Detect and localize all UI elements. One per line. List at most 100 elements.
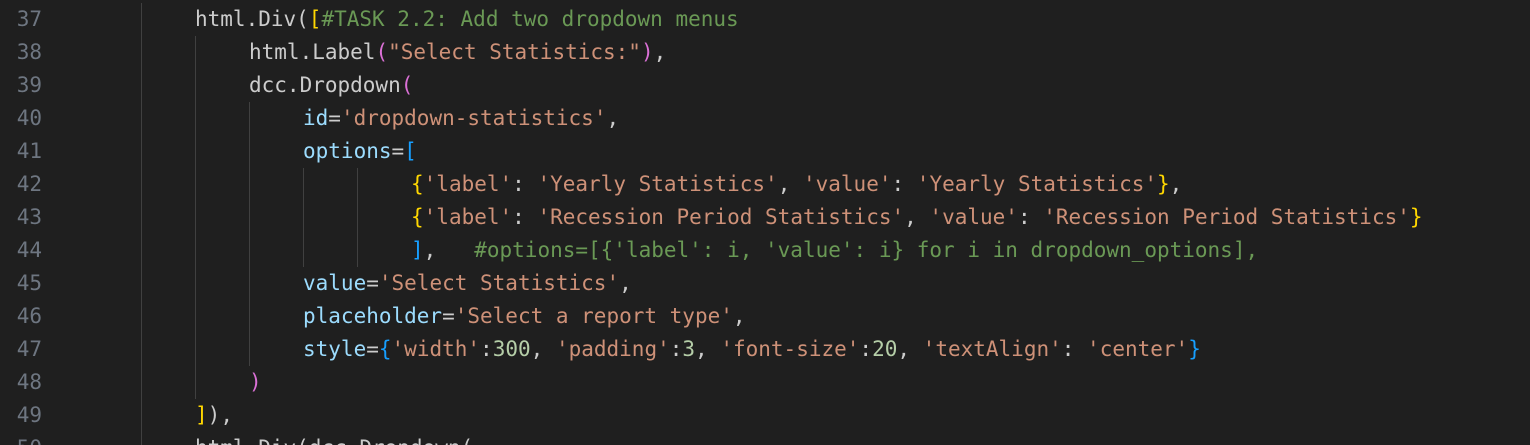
code-token: = [391, 139, 405, 163]
code-token: : [512, 172, 538, 196]
code-line[interactable]: 45 value='Select Statistics', [0, 267, 1530, 300]
code-line[interactable]: 48) [0, 366, 1530, 399]
code-token: placeholder [303, 304, 443, 328]
line-code: placeholder='Select a report type', [303, 300, 746, 333]
code-token: : [1061, 337, 1088, 361]
code-token: 'label' [423, 172, 513, 196]
code-token: { [378, 337, 392, 361]
line-number: 43 [16, 205, 42, 229]
code-token: ) [207, 403, 221, 427]
code-token: , [606, 106, 620, 130]
code-editor[interactable]: 37 html.Div([#TASK 2.2: Add two dropdown … [0, 0, 1530, 445]
code-token: 3 [682, 337, 696, 361]
code-line[interactable]: 39 dcc.Dropdown( [0, 69, 1530, 102]
code-token: , [732, 304, 746, 328]
code-line[interactable]: 44], #options=[{'label': i, 'value': i} … [0, 234, 1530, 267]
code-token: = [366, 337, 379, 361]
code-token: , [653, 40, 667, 64]
code-token: 'value' [929, 205, 1018, 229]
code-token: 'Yearly Statistics' [537, 172, 778, 196]
line-code: style={'width':300, 'padding':3, 'font-s… [303, 333, 1201, 366]
code-token: 'label' [423, 205, 513, 229]
code-token: #TASK 2.2: Add two dropdown menus [321, 7, 739, 31]
code-token: ( [400, 73, 414, 97]
code-token: 300 [492, 337, 531, 361]
code-token: ] [195, 403, 208, 427]
line-number: 42 [16, 172, 42, 196]
code-token: } [1409, 205, 1423, 229]
code-line[interactable]: 38 html.Label("Select Statistics:"), [0, 36, 1530, 69]
code-line[interactable]: 41 options=[ [0, 135, 1530, 168]
line-number: 49 [16, 403, 42, 427]
code-line[interactable]: 40 id='dropdown-statistics', [0, 102, 1530, 135]
code-line[interactable]: 46 placeholder='Select a report type', [0, 300, 1530, 333]
code-token: html.Div(dcc.Dropdown( [195, 436, 473, 445]
code-token: , [777, 172, 803, 196]
code-token: , [904, 205, 930, 229]
code-token: 'Select Statistics' [378, 271, 620, 295]
code-token: 'textAlign' [922, 337, 1062, 361]
line-code: html.Div(dcc.Dropdown( [195, 432, 473, 445]
code-token: 'width' [391, 337, 481, 361]
code-token: 'value' [802, 172, 892, 196]
line-code: html.Label("Select Statistics:"), [249, 36, 666, 69]
code-token: 'font-size' [720, 337, 860, 361]
code-line[interactable]: 49]), [0, 399, 1530, 432]
line-code: {'label': 'Recession Period Statistics',… [411, 201, 1423, 234]
code-token: 'padding' [555, 337, 670, 361]
line-code: options=[ [303, 135, 417, 168]
line-code: ]), [195, 399, 233, 432]
code-token: html.Label [249, 40, 376, 64]
code-line[interactable]: 43 {'label': 'Recession Period Statistics… [0, 201, 1530, 234]
code-line[interactable]: 50 html.Div(dcc.Dropdown( [0, 432, 1530, 445]
line-number: 46 [16, 304, 42, 328]
line-code: value='Select Statistics', [303, 267, 632, 300]
code-token: , [423, 238, 475, 262]
code-token: ] [411, 238, 424, 262]
code-token: , [695, 337, 721, 361]
code-token: dcc.Dropdown [249, 73, 401, 97]
code-token: } [1157, 172, 1170, 196]
line-code: ], #options=[{'label': i, 'value': i} fo… [411, 234, 1258, 267]
line-number: 38 [16, 40, 42, 64]
line-number: 48 [16, 370, 42, 394]
line-number: 44 [16, 238, 42, 262]
code-token: 20 [872, 337, 898, 361]
code-token: = [366, 271, 379, 295]
code-token: 'Recession Period Statistics' [1043, 205, 1410, 229]
code-token: } [1188, 337, 1201, 361]
code-token: ) [640, 40, 654, 64]
code-token: 'dropdown-statistics' [340, 106, 607, 130]
line-number: 45 [16, 271, 42, 295]
code-token: [ [308, 7, 322, 31]
code-token: , [619, 271, 632, 295]
code-token: 'center' [1087, 337, 1189, 361]
line-code: {'label': 'Yearly Statistics', 'value': … [411, 168, 1182, 201]
line-number: 39 [16, 73, 42, 97]
line-code: html.Div([#TASK 2.2: Add two dropdown me… [195, 3, 739, 36]
code-token: 'Recession Period Statistics' [537, 205, 905, 229]
code-token: 'Yearly Statistics' [916, 172, 1158, 196]
code-token: id [303, 106, 329, 130]
code-token: #options=[{'label': i, 'value': i} for i… [474, 238, 1259, 262]
code-token: html.Div( [195, 7, 309, 31]
code-line[interactable]: 47 style={'width':300, 'padding':3, 'font… [0, 333, 1530, 366]
code-token: : [669, 337, 683, 361]
line-number: 47 [16, 337, 42, 361]
code-token: style [303, 337, 367, 361]
code-token: { [411, 172, 424, 196]
code-token: : [1017, 205, 1044, 229]
line-number: 37 [16, 7, 42, 31]
line-code: ) [249, 366, 262, 399]
code-token: ( [375, 40, 389, 64]
code-line[interactable]: 42 {'label': 'Yearly Statistics', 'value'… [0, 168, 1530, 201]
code-token: , [220, 403, 233, 427]
code-token: "Select Statistics:" [388, 40, 641, 64]
code-token: options [303, 139, 392, 163]
code-token: : [859, 337, 873, 361]
code-token: ) [249, 370, 262, 394]
code-line[interactable]: 37 html.Div([#TASK 2.2: Add two dropdown … [0, 3, 1530, 36]
code-token: 'Select a report type' [454, 304, 733, 328]
code-token: = [442, 304, 455, 328]
code-token: , [1169, 172, 1183, 196]
